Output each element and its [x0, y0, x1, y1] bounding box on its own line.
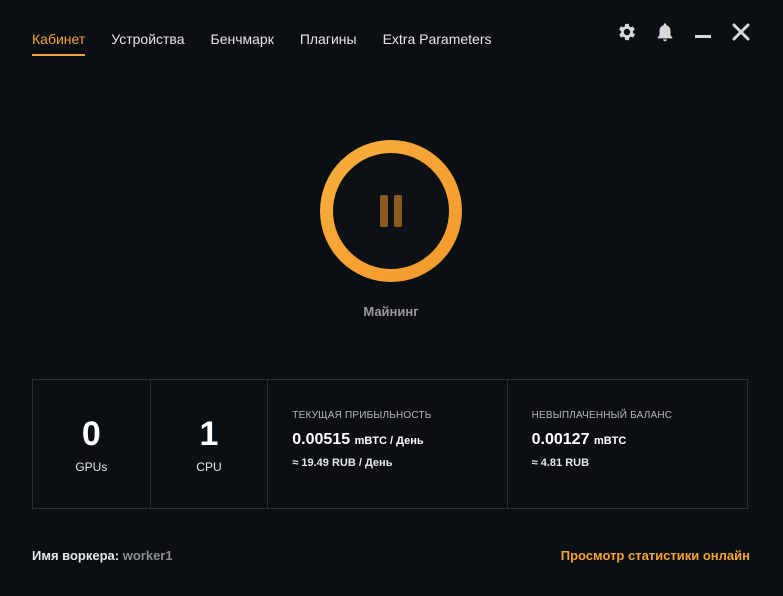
tab-cabinet[interactable]: Кабинет [32, 28, 86, 56]
settings-button[interactable] [615, 20, 639, 44]
gpu-count-cell: 0 GPUs [33, 380, 151, 508]
gpu-count: 0 [81, 415, 101, 453]
balance-caption: НЕВЫПЛАЧЕННЫЙ БАЛАНС [531, 410, 673, 421]
balance-value-row: 0.00127 mBTC [532, 431, 747, 449]
notifications-button[interactable] [653, 20, 677, 44]
profitability-cell: ТЕКУЩАЯ ПРИБЫЛЬНОСТЬ 0.00515 mBTC / День… [268, 380, 508, 508]
close-icon [732, 23, 750, 41]
window-controls [615, 20, 753, 44]
bell-icon [657, 23, 673, 42]
cpu-count-cell: 1 CPU [151, 380, 269, 508]
profitability-fiat: ≈ 19.49 RUB / День [292, 457, 393, 469]
cpu-label: CPU [196, 460, 222, 474]
close-button[interactable] [729, 20, 753, 44]
balance-cell: НЕВЫПЛАЧЕННЫЙ БАЛАНС 0.00127 mBTC ≈ 4.81… [508, 380, 747, 508]
profitability-caption: ТЕКУЩАЯ ПРИБЫЛЬНОСТЬ [292, 410, 432, 421]
stats-panel: 0 GPUs 1 CPU ТЕКУЩАЯ ПРИБЫЛЬНОСТЬ 0.0051… [32, 379, 748, 509]
mining-toggle-wrapper [320, 140, 462, 282]
mining-toggle-button[interactable] [320, 140, 462, 282]
worker-name[interactable]: worker1 [123, 548, 173, 563]
pause-icon [380, 195, 402, 227]
tab-benchmark[interactable]: Бенчмарк [211, 28, 274, 56]
main-nav: Кабинет Устройства Бенчмарк Плагины Extr… [32, 28, 518, 56]
mining-toggle-inner [333, 153, 449, 269]
profitability-unit: mBTC / День [354, 435, 424, 447]
minimize-icon [695, 35, 711, 38]
balance-value: 0.00127 [531, 431, 590, 448]
cpu-count: 1 [199, 415, 219, 453]
tab-plugins[interactable]: Плагины [300, 28, 357, 56]
balance-fiat: ≈ 4.81 RUB [531, 457, 590, 469]
app-window: Кабинет Устройства Бенчмарк Плагины Extr… [0, 0, 783, 596]
gear-icon [619, 23, 635, 41]
tab-extra-parameters[interactable]: Extra Parameters [383, 28, 492, 56]
balance-unit: mBTC [593, 435, 627, 447]
mining-status-label: Майнинг [363, 304, 419, 319]
tab-devices[interactable]: Устройства [111, 28, 184, 56]
profitability-value-row: 0.00515 mBTC / День [292, 431, 506, 449]
gpu-label: GPUs [75, 460, 108, 474]
worker-info: Имя воркера: worker1 [32, 548, 173, 563]
profitability-value: 0.00515 [292, 431, 351, 448]
online-stats-link[interactable]: Просмотр статистики онлайн [561, 548, 750, 563]
worker-label: Имя воркера: [32, 548, 120, 563]
minimize-button[interactable] [691, 20, 715, 44]
